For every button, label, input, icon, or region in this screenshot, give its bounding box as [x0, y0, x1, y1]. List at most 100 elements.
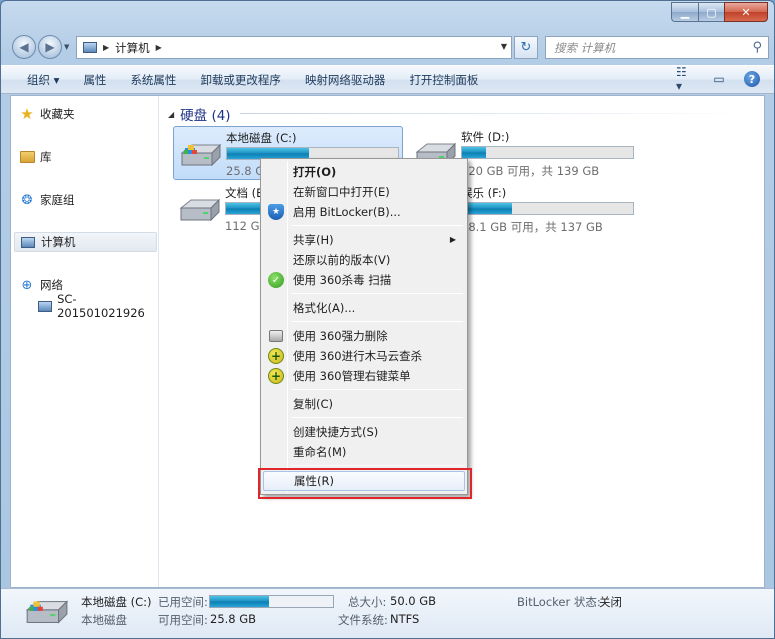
search-input[interactable]: 搜索 计算机 ⚲ — [545, 36, 769, 59]
preview-pane-icon[interactable]: ▭ — [710, 70, 728, 88]
drive-usage-fill — [462, 147, 486, 158]
nav-item-label: SC-201501021926 — [57, 292, 145, 320]
forward-button[interactable]: ▶ — [38, 35, 62, 59]
details-total-value: 50.0 GB — [390, 594, 437, 608]
details-pane: 本地磁盘 (C:) 本地磁盘 已用空间: 可用空间: 25.8 GB 总大小: … — [1, 588, 774, 638]
arrow-left-icon: ◀ — [19, 40, 29, 54]
menu-item-label: 打开(O) — [293, 165, 337, 179]
menu-item-enable-bitlocker[interactable]: ★ 启用 BitLocker(B)... — [263, 202, 465, 222]
search-placeholder: 搜索 计算机 — [554, 40, 616, 55]
help-icon[interactable]: ? — [744, 71, 760, 87]
drive-usage-bar — [461, 202, 634, 215]
menu-item-360-scan[interactable]: ✓ 使用 360杀毒 扫描 — [263, 270, 465, 290]
nav-item-network-pc[interactable]: SC-201501021926 — [37, 292, 158, 320]
menu-item-label: 复制(C) — [293, 397, 334, 411]
details-free-label: 可用空间: — [158, 613, 208, 627]
group-title: 硬盘 (4) — [180, 108, 231, 124]
open-control-panel-button[interactable]: 打开控制面板 — [397, 66, 490, 93]
hard-drive-icon — [179, 198, 221, 222]
drive-usage-bar — [461, 146, 634, 159]
nav-item-libraries[interactable]: 库 — [19, 147, 52, 167]
drive-info: 120 GB 可用，共 139 GB — [461, 164, 600, 178]
explorer-window: ▁ ▢ ✕ ◀ ▶ ▼ ▶ 计算机 ▶ ▼ ↻ 搜索 计算机 ⚲ 组织 ▾ 属性… — [0, 0, 775, 639]
view-controls: ☷ ▾ ▭ ? — [676, 65, 760, 93]
details-usage-bar — [209, 595, 334, 608]
computer-icon — [83, 42, 97, 53]
menu-item-open[interactable]: 打开(O) — [263, 162, 465, 182]
network-icon: ⊕ — [21, 277, 33, 293]
back-button[interactable]: ◀ — [12, 35, 36, 59]
breadcrumb-separator-icon[interactable]: ▶ — [103, 43, 109, 52]
nav-item-label: 收藏夹 — [40, 107, 75, 121]
navigation-bar: ◀ ▶ ▼ ▶ 计算机 ▶ ▼ ↻ 搜索 计算机 ⚲ — [1, 34, 774, 60]
menu-item-restore-previous[interactable]: 还原以前的版本(V) — [263, 250, 465, 270]
nav-item-favorites[interactable]: ★ 收藏夹 — [19, 104, 75, 124]
menu-separator — [291, 389, 463, 390]
antivirus-360-icon: ✓ — [268, 272, 284, 288]
search-icon[interactable]: ⚲ — [752, 40, 762, 55]
nav-item-computer[interactable]: 计算机 — [14, 232, 157, 252]
shredder-icon — [268, 328, 284, 344]
refresh-icon: ↻ — [520, 40, 532, 55]
nav-item-label: 库 — [40, 150, 52, 164]
collapse-triangle-icon[interactable]: ◢ — [168, 110, 174, 119]
menu-item-360-trojan-scan[interactable]: + 使用 360进行木马云查杀 — [263, 346, 465, 366]
details-free-value: 25.8 GB — [210, 612, 257, 626]
organize-button[interactable]: 组织 ▾ — [15, 66, 71, 93]
details-usage-fill — [210, 596, 270, 607]
submenu-arrow-icon: ▶ — [449, 235, 456, 244]
hard-drive-icon — [180, 143, 222, 167]
menu-item-360-force-delete[interactable]: 使用 360强力删除 — [263, 326, 465, 346]
menu-item-open-new-window[interactable]: 在新窗口中打开(E) — [263, 182, 465, 202]
details-bitlocker-label: BitLocker 状态: — [517, 595, 601, 609]
menu-item-share[interactable]: 共享(H) ▶ — [263, 230, 465, 250]
menu-item-format[interactable]: 格式化(A)... — [263, 298, 465, 318]
details-used-label: 已用空间: — [158, 595, 208, 609]
refresh-button[interactable]: ↻ — [514, 36, 538, 59]
group-header-hard-disks[interactable]: ◢ 硬盘 (4) — [168, 104, 231, 124]
star-icon: ★ — [20, 105, 34, 123]
view-options-icon[interactable]: ☷ ▾ — [676, 65, 694, 93]
menu-item-label: 共享(H) — [293, 233, 334, 247]
nav-item-label: 网络 — [40, 278, 63, 292]
highlight-box — [258, 468, 472, 499]
menu-item-label: 创建快捷方式(S) — [293, 425, 379, 439]
address-dropdown-icon[interactable]: ▼ — [501, 42, 507, 51]
drive-name: 本地磁盘 (C:) — [226, 131, 297, 145]
menu-item-label: 启用 BitLocker(B)... — [293, 205, 401, 219]
address-bar[interactable]: ▶ 计算机 ▶ ▼ — [76, 36, 512, 59]
menu-separator — [291, 321, 463, 322]
menu-item-label: 使用 360管理右键菜单 — [293, 369, 411, 383]
map-network-drive-button[interactable]: 映射网络驱动器 — [293, 66, 398, 93]
menu-item-label: 使用 360强力删除 — [293, 329, 388, 343]
nav-item-label: 计算机 — [41, 235, 76, 249]
menu-separator — [291, 417, 463, 418]
uninstall-program-button[interactable]: 卸载或更改程序 — [188, 66, 293, 93]
shield-icon: ★ — [268, 204, 284, 220]
details-fs-label: 文件系统: — [338, 613, 388, 627]
details-total-label: 总大小: — [348, 595, 387, 609]
recent-pages-dropdown[interactable]: ▼ — [64, 43, 69, 51]
breadcrumb-computer[interactable]: 计算机 — [115, 40, 150, 56]
minimize-button[interactable]: ▁ — [671, 2, 698, 22]
hard-drive-icon — [25, 600, 69, 624]
navigation-pane: ★ 收藏夹 库 ❂ 家庭组 计算机 ⊕ 网络 SC-201501021926 — [11, 96, 159, 587]
context-menu: 打开(O) 在新窗口中打开(E) ★ 启用 BitLocker(B)... 共享… — [260, 158, 468, 495]
details-fs-value: NTFS — [390, 612, 420, 626]
system-properties-button[interactable]: 系统属性 — [118, 66, 188, 93]
menu-item-360-manage-menu[interactable]: + 使用 360管理右键菜单 — [263, 366, 465, 386]
menu-item-copy[interactable]: 复制(C) — [263, 394, 465, 414]
maximize-button[interactable]: ▢ — [698, 2, 724, 22]
breadcrumb-separator-icon[interactable]: ▶ — [156, 43, 162, 52]
menu-item-create-shortcut[interactable]: 创建快捷方式(S) — [263, 422, 465, 442]
menu-item-label: 重命名(M) — [293, 445, 347, 459]
properties-button[interactable]: 属性 — [71, 66, 118, 93]
menu-item-label: 使用 360杀毒 扫描 — [293, 273, 392, 287]
library-icon — [19, 149, 35, 165]
details-drive-name: 本地磁盘 (C:) — [81, 595, 152, 609]
menu-item-label: 还原以前的版本(V) — [293, 253, 391, 267]
close-button[interactable]: ✕ — [724, 2, 768, 22]
menu-item-rename[interactable]: 重命名(M) — [263, 442, 465, 462]
menu-separator — [291, 293, 463, 294]
nav-item-homegroup[interactable]: ❂ 家庭组 — [19, 190, 75, 210]
